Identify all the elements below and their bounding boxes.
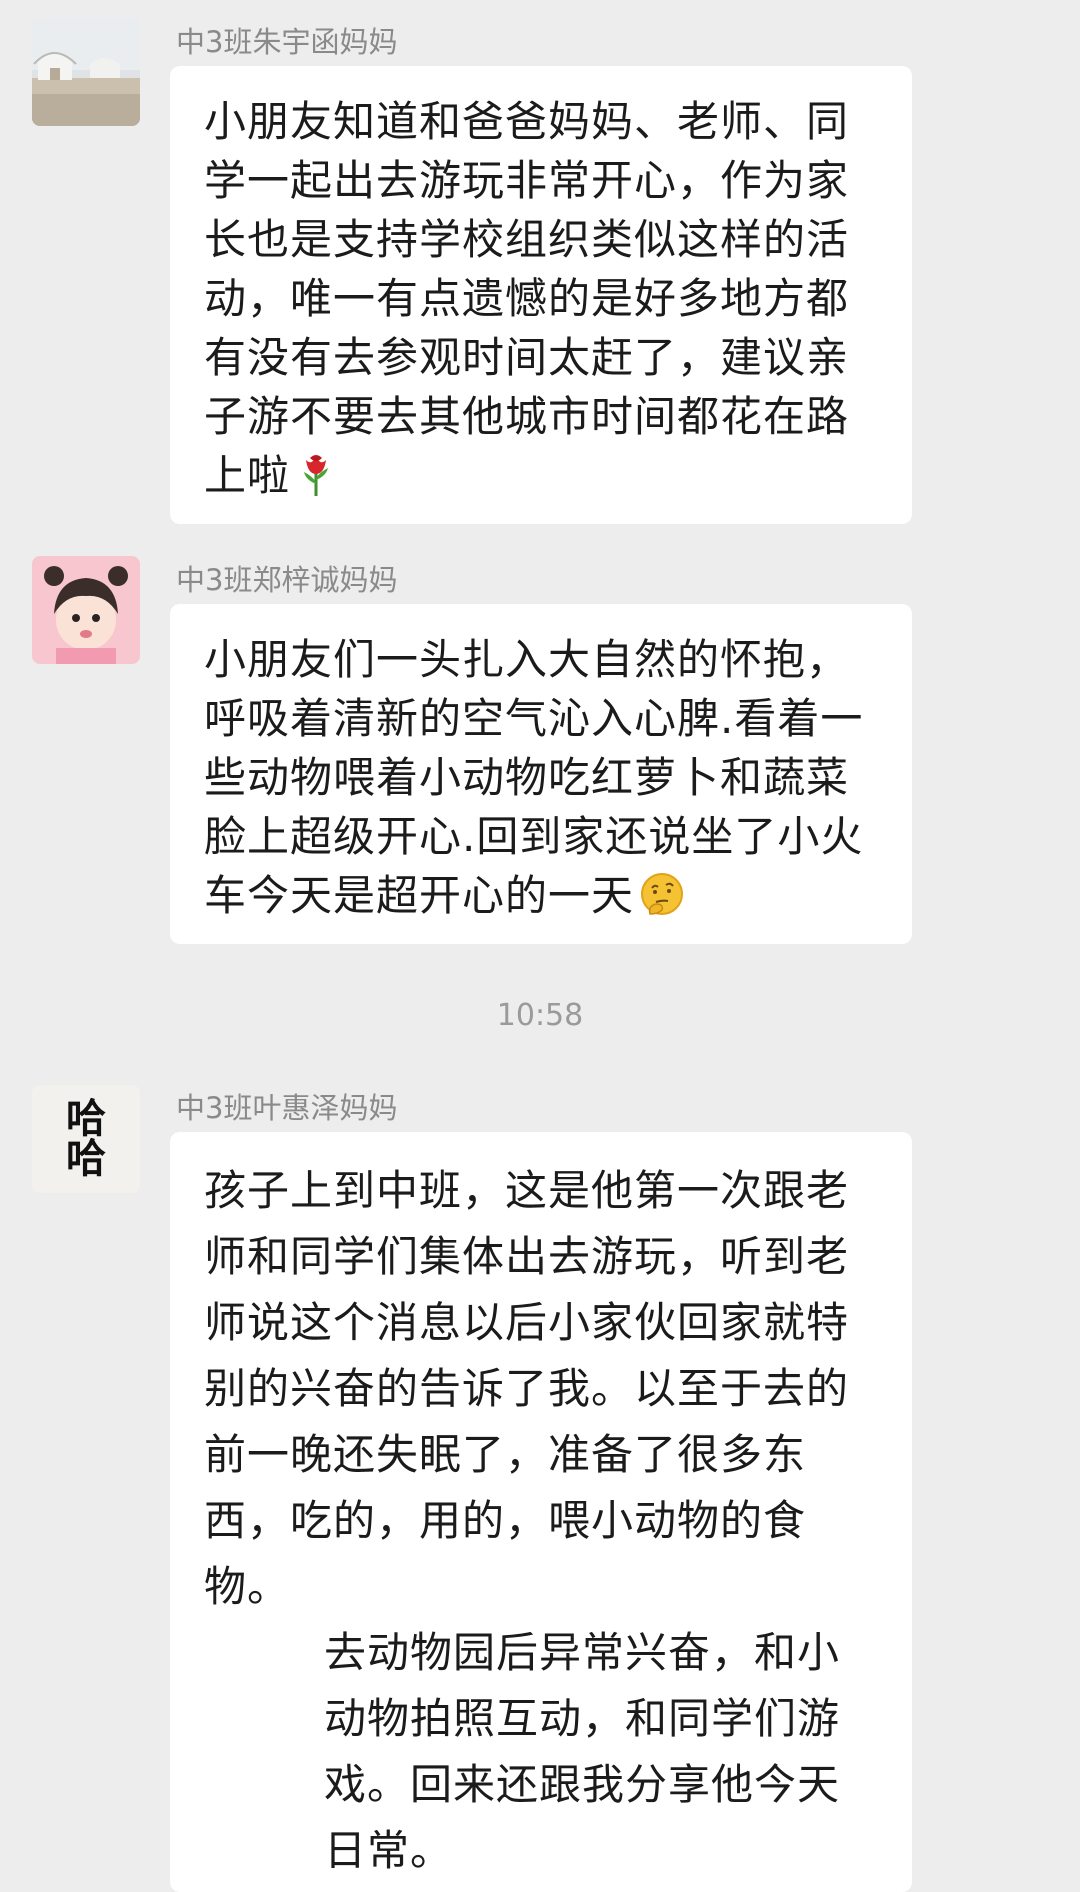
message-text: 去动物园后异常兴奋，和小动物拍照互动，和同学们游戏。回来还跟我分享他今天日常。	[324, 1628, 841, 1875]
message-text: 孩子上到中班，这是他第一次跟老师和同学们集体出去游玩，听到老师说这个消息以后小家…	[204, 1166, 850, 1611]
sender-name: 中3班郑梓诚妈妈	[176, 563, 398, 597]
yurt-landscape-photo-icon	[32, 18, 140, 126]
haha-text-avatar-icon: 哈哈	[66, 1096, 106, 1182]
message-bubble[interactable]: 小朋友们一头扎入大自然的怀抱，呼吸着清新的空气沁入心脾.看着一些动物喂着小动物吃…	[170, 604, 912, 944]
girl-photo-icon	[32, 556, 140, 664]
message-bubble[interactable]: 孩子上到中班，这是他第一次跟老师和同学们集体出去游玩，听到老师说这个消息以后小家…	[170, 1132, 912, 1892]
thinking-face-icon	[638, 870, 684, 918]
message-text: 小朋友知道和爸爸妈妈、老师、同学一起出去游玩非常开心，作为家长也是支持学校组织类…	[204, 97, 850, 500]
avatar[interactable]	[32, 556, 140, 664]
message-text: 小朋友们一头扎入大自然的怀抱，呼吸着清新的空气沁入心脾.看着一些动物喂着小动物吃…	[204, 635, 864, 920]
rose-icon	[294, 450, 338, 498]
sender-name: 中3班朱宇函妈妈	[176, 25, 398, 59]
sender-name: 中3班叶惠泽妈妈	[176, 1091, 398, 1125]
message-bubble[interactable]: 小朋友知道和爸爸妈妈、老师、同学一起出去游玩非常开心，作为家长也是支持学校组织类…	[170, 66, 912, 524]
timestamp: 10:58	[496, 998, 584, 1033]
avatar[interactable]	[32, 18, 140, 126]
avatar[interactable]: 哈哈	[32, 1085, 140, 1193]
